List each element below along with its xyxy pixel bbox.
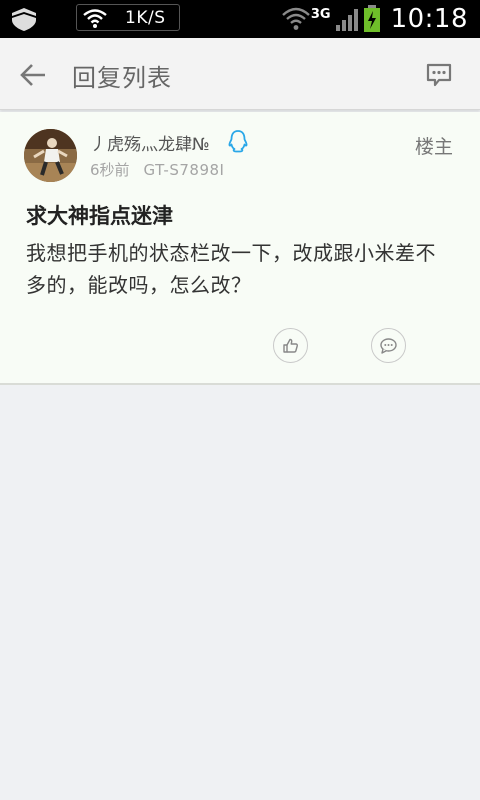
- reply-button[interactable]: [371, 328, 406, 363]
- status-right: 3G 10:18: [281, 0, 468, 38]
- post-meta: 6秒前 GT-S7898I: [90, 159, 224, 180]
- battery-charging-icon: [363, 5, 380, 32]
- shield-icon: [12, 8, 36, 31]
- comment-icon: [380, 338, 397, 354]
- clock: 10:18: [390, 4, 468, 34]
- app-bar: 回复列表: [0, 38, 480, 110]
- back-arrow-icon[interactable]: [18, 60, 48, 90]
- thumbs-up-icon: [283, 338, 298, 353]
- post-card: 丿虎殇灬龙肆№ 6秒前 GT-S7898I 楼主 求大神指点迷津 我想把手机的状态…: [0, 112, 480, 385]
- network-type: 3G: [310, 6, 331, 22]
- page-title: 回复列表: [72, 64, 172, 92]
- username[interactable]: 丿虎殇灬龙肆№: [90, 130, 210, 155]
- post-title: 求大神指点迷津: [26, 204, 173, 228]
- cell-signal-icon: [335, 9, 358, 31]
- wifi-icon: [83, 8, 107, 28]
- status-left: [10, 6, 38, 32]
- chat-bubble-icon[interactable]: [426, 62, 452, 88]
- post-body: 我想把手机的状态栏改一下，改成跟小米差不多的，能改吗，怎么改？: [26, 241, 436, 297]
- avatar[interactable]: [24, 129, 77, 182]
- device-name: GT-S7898I: [143, 161, 225, 179]
- status-bar: 1K/S 3G 10:18: [0, 0, 480, 38]
- floor-label: 楼主: [414, 136, 453, 158]
- like-button[interactable]: [273, 328, 308, 363]
- speed-text: 1K/S: [125, 7, 166, 28]
- network-speed: 1K/S: [76, 4, 180, 31]
- qq-penguin-icon: [228, 130, 248, 153]
- post-time: 6秒前: [90, 161, 130, 179]
- avatar-image: [24, 129, 77, 182]
- wifi-signal-icon: [282, 7, 310, 30]
